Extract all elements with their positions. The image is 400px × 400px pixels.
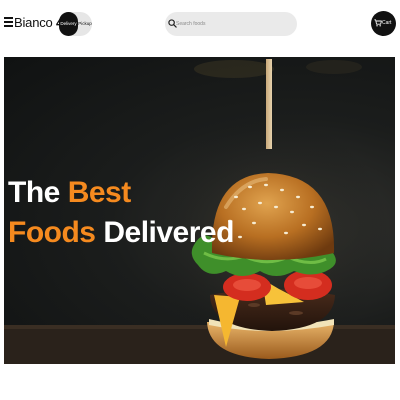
order-mode-toggle: Delivery Pickup — [59, 12, 92, 36]
hero-word-the: The — [8, 176, 60, 209]
delivery-mode-button[interactable]: Delivery — [59, 12, 78, 36]
cart-icon — [374, 19, 382, 27]
hero-line-2: Foods Delivered — [8, 213, 234, 253]
hero-word-delivered: Delivered — [103, 216, 234, 249]
search-bar — [165, 12, 297, 36]
cart-label: Cart — [382, 20, 392, 26]
hero-line-1: The Best — [8, 173, 234, 213]
hero-banner: The Best Foods Delivered — [4, 57, 395, 364]
top-nav: Bianco 43 Delivery Pickup Cart — [0, 0, 400, 48]
cart-button[interactable]: Cart — [371, 11, 396, 36]
pickup-mode-button[interactable]: Pickup — [78, 12, 92, 36]
hero-headline: The Best Foods Delivered — [8, 173, 234, 253]
brand-name: Bianco — [14, 15, 53, 30]
search-input[interactable] — [176, 12, 292, 36]
hero-word-best: Best — [67, 176, 132, 209]
menu-icon[interactable] — [4, 17, 13, 27]
hero-word-foods: Foods — [8, 216, 96, 249]
